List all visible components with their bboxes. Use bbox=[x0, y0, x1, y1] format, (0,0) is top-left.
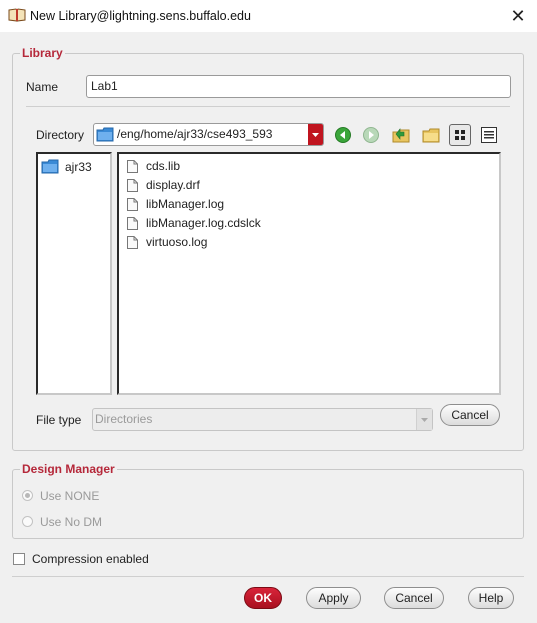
help-button[interactable]: Help bbox=[468, 587, 514, 609]
ok-button[interactable]: OK bbox=[244, 587, 282, 609]
list-view-icon[interactable] bbox=[479, 125, 499, 145]
file-icon bbox=[127, 179, 138, 192]
file-icon bbox=[127, 236, 138, 249]
compression-checkbox[interactable] bbox=[13, 553, 25, 565]
new-folder-icon[interactable] bbox=[421, 125, 441, 145]
folder-icon bbox=[96, 127, 114, 142]
directory-label: Directory bbox=[36, 128, 85, 142]
parent-folder-icon[interactable] bbox=[391, 125, 411, 145]
file-name: virtuoso.log bbox=[146, 235, 208, 249]
browser-cancel-button[interactable]: Cancel bbox=[440, 404, 500, 426]
close-icon[interactable]: ✕ bbox=[505, 4, 531, 28]
compression-label: Compression enabled bbox=[32, 552, 149, 566]
icon-view-icon bbox=[455, 130, 465, 140]
back-icon[interactable] bbox=[333, 125, 353, 145]
chevron-down-icon[interactable] bbox=[308, 124, 323, 145]
use-no-dm-radio[interactable] bbox=[22, 516, 33, 527]
file-type-combobox[interactable]: Directories bbox=[92, 408, 433, 431]
file-icon bbox=[127, 198, 138, 211]
file-name: libManager.log.cdslck bbox=[146, 216, 261, 230]
file-icon bbox=[127, 160, 138, 173]
file-name: display.drf bbox=[146, 178, 200, 192]
directory-path: /eng/home/ajr33/cse493_593 bbox=[117, 127, 273, 141]
name-input[interactable]: Lab1 bbox=[86, 75, 511, 98]
apply-button[interactable]: Apply bbox=[306, 587, 361, 609]
library-legend: Library bbox=[20, 46, 65, 60]
directory-combobox[interactable]: /eng/home/ajr33/cse493_593 bbox=[93, 123, 324, 146]
directory-tree[interactable]: ajr33 bbox=[36, 152, 112, 395]
icon-view-button[interactable] bbox=[449, 124, 471, 146]
name-value: Lab1 bbox=[91, 79, 118, 93]
tree-item[interactable]: ajr33 bbox=[41, 158, 111, 176]
file-icon bbox=[127, 217, 138, 230]
file-name: libManager.log bbox=[146, 197, 225, 211]
name-label: Name bbox=[26, 80, 59, 94]
chevron-down-icon[interactable] bbox=[416, 409, 432, 430]
book-icon bbox=[8, 8, 26, 22]
design-manager-legend: Design Manager bbox=[20, 462, 117, 476]
file-name: cds.lib bbox=[146, 159, 181, 173]
window-title: New Library@lightning.sens.buffalo.edu bbox=[30, 9, 251, 23]
folder-icon bbox=[41, 159, 59, 174]
use-none-radio[interactable] bbox=[22, 490, 33, 501]
cancel-button[interactable]: Cancel bbox=[384, 587, 444, 609]
file-list[interactable]: cds.lib display.drf libManager.log libMa… bbox=[117, 152, 501, 395]
footer-separator bbox=[12, 576, 524, 577]
file-type-value: Directories bbox=[95, 412, 153, 426]
forward-icon[interactable] bbox=[361, 125, 381, 145]
tree-item-label: ajr33 bbox=[65, 160, 92, 174]
use-none-label: Use NONE bbox=[40, 489, 100, 503]
use-no-dm-label: Use No DM bbox=[40, 515, 103, 529]
file-type-label: File type bbox=[36, 413, 82, 427]
name-separator bbox=[26, 106, 510, 107]
